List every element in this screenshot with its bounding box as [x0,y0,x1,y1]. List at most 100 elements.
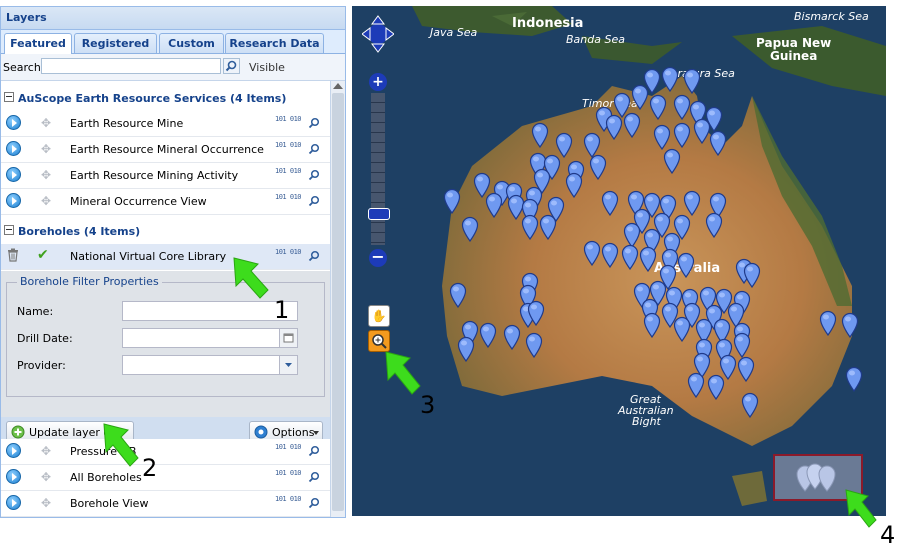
name-field[interactable] [122,301,298,321]
borehole-marker-icon[interactable] [663,148,681,174]
zoom-in-icon[interactable]: + [369,73,387,91]
group-header-boreholes[interactable]: Boreholes (4 Items) [1,220,332,245]
borehole-marker-icon[interactable] [683,68,701,94]
borehole-marker-icon[interactable] [709,130,727,156]
borehole-marker-icon[interactable] [479,322,497,348]
layer-row[interactable]: ✥ Earth Resource Mineral Occurrence 101 … [1,137,332,163]
layer-row[interactable]: ✥ All Boreholes 101 010 [1,465,332,491]
borehole-marker-icon[interactable] [819,310,837,336]
collapse-icon[interactable] [4,225,14,235]
zoom-to-layer-icon[interactable] [307,444,321,458]
zoom-to-layer-icon[interactable] [307,470,321,484]
borehole-marker-icon[interactable] [485,192,503,218]
binary-icon[interactable]: 101 010 [275,443,302,451]
scrollbar-thumb[interactable] [332,93,344,511]
drill-date-field[interactable] [122,328,298,348]
borehole-marker-icon[interactable] [845,366,863,392]
borehole-marker-icon[interactable] [461,216,479,242]
group-header-earth-resource[interactable]: AuScope Earth Resource Services (4 Items… [1,87,332,112]
trash-icon[interactable] [7,248,19,262]
borehole-marker-icon[interactable] [631,84,649,110]
pan-hand-icon[interactable]: ✋ [368,305,390,327]
tab-custom[interactable]: Custom [159,33,224,53]
chevron-down-icon[interactable] [279,356,297,374]
binary-icon[interactable]: 101 010 [275,193,302,201]
expand-play-icon[interactable] [6,193,21,208]
zoom-to-layer-icon[interactable] [307,194,321,208]
zoom-track[interactable] [371,93,385,245]
binary-icon[interactable]: 101 010 [275,495,302,503]
layer-row-selected[interactable]: ✔ National Virtual Core Library 101 010 [1,244,332,270]
borehole-marker-icon[interactable] [707,374,725,400]
expand-play-icon[interactable] [6,141,21,156]
borehole-marker-icon[interactable] [653,124,671,150]
expand-play-icon[interactable] [6,469,21,484]
borehole-marker-icon[interactable] [539,214,557,240]
borehole-marker-icon[interactable] [527,300,545,326]
borehole-marker-icon[interactable] [525,332,543,358]
zoom-to-layer-icon[interactable] [307,496,321,510]
tab-featured[interactable]: Featured [4,33,72,54]
borehole-marker-icon[interactable] [589,154,607,180]
search-input[interactable] [41,58,221,74]
expand-play-icon[interactable] [6,495,21,510]
borehole-marker-icon[interactable] [705,212,723,238]
borehole-marker-icon[interactable] [565,172,583,198]
borehole-marker-icon[interactable] [673,316,691,342]
borehole-marker-icon[interactable] [743,262,761,288]
borehole-marker-icon[interactable] [639,246,657,272]
borehole-marker-icon[interactable] [623,112,641,138]
layer-row[interactable]: ✥ Earth Resource Mine 101 010 [1,111,332,137]
zoom-to-layer-icon[interactable] [307,116,321,130]
zoom-to-layer-icon[interactable] [307,168,321,182]
borehole-marker-icon[interactable] [521,214,539,240]
expand-play-icon[interactable] [6,115,21,130]
scroll-up-icon[interactable] [333,83,343,89]
borehole-marker-icon[interactable] [741,392,759,418]
collapse-icon[interactable] [4,92,14,102]
map-view[interactable]: Indonesia Java Sea Banda Sea Bismarck Se… [352,6,886,516]
borehole-marker-icon[interactable] [841,312,859,338]
layer-row[interactable]: ✥ Borehole View 101 010 [1,491,332,517]
borehole-marker-icon[interactable] [683,190,701,216]
binary-icon[interactable]: 101 010 [275,167,302,175]
tab-registered[interactable]: Registered [74,33,157,53]
borehole-marker-icon[interactable] [605,114,623,140]
borehole-marker-icon[interactable] [449,282,467,308]
search-icon[interactable] [223,58,240,74]
borehole-marker-icon[interactable] [673,122,691,148]
pan-control[interactable] [361,14,395,54]
zoom-to-layer-icon[interactable] [307,142,321,156]
expand-play-icon[interactable] [6,443,21,458]
binary-icon[interactable]: 101 010 [275,248,302,256]
borehole-marker-icon[interactable] [661,66,679,92]
zoom-slider-handle[interactable] [368,208,390,220]
borehole-marker-icon[interactable] [601,190,619,216]
zoom-to-layer-icon[interactable] [307,249,321,263]
layer-row[interactable]: ✥ Earth Resource Mining Activity 101 010 [1,163,332,189]
tab-research-data[interactable]: Research Data [225,33,324,53]
borehole-marker-icon[interactable] [583,240,601,266]
borehole-marker-icon[interactable] [601,242,619,268]
borehole-marker-icon[interactable] [737,356,755,382]
borehole-marker-icon[interactable] [443,188,461,214]
provider-select[interactable] [122,355,298,375]
borehole-marker-icon[interactable] [531,122,549,148]
borehole-marker-icon[interactable] [621,244,639,270]
panel-scrollbar[interactable] [330,81,345,517]
borehole-marker-icon[interactable] [677,252,695,278]
layer-row[interactable]: ✥ Pressure DB 101 010 [1,439,332,465]
expand-play-icon[interactable] [6,167,21,182]
zoom-out-icon[interactable]: − [369,249,387,267]
binary-icon[interactable]: 101 010 [275,141,302,149]
borehole-marker-icon[interactable] [687,372,705,398]
borehole-marker-icon[interactable] [643,312,661,338]
binary-icon[interactable]: 101 010 [275,115,302,123]
binary-icon[interactable]: 101 010 [275,469,302,477]
borehole-marker-icon[interactable] [503,324,521,350]
calendar-icon[interactable] [279,329,297,347]
layer-row[interactable]: ✥ Mineral Occurrence View 101 010 [1,189,332,215]
zoom-slider[interactable]: + − [368,73,390,267]
borehole-marker-icon[interactable] [457,336,475,362]
borehole-marker-icon[interactable] [649,94,667,120]
